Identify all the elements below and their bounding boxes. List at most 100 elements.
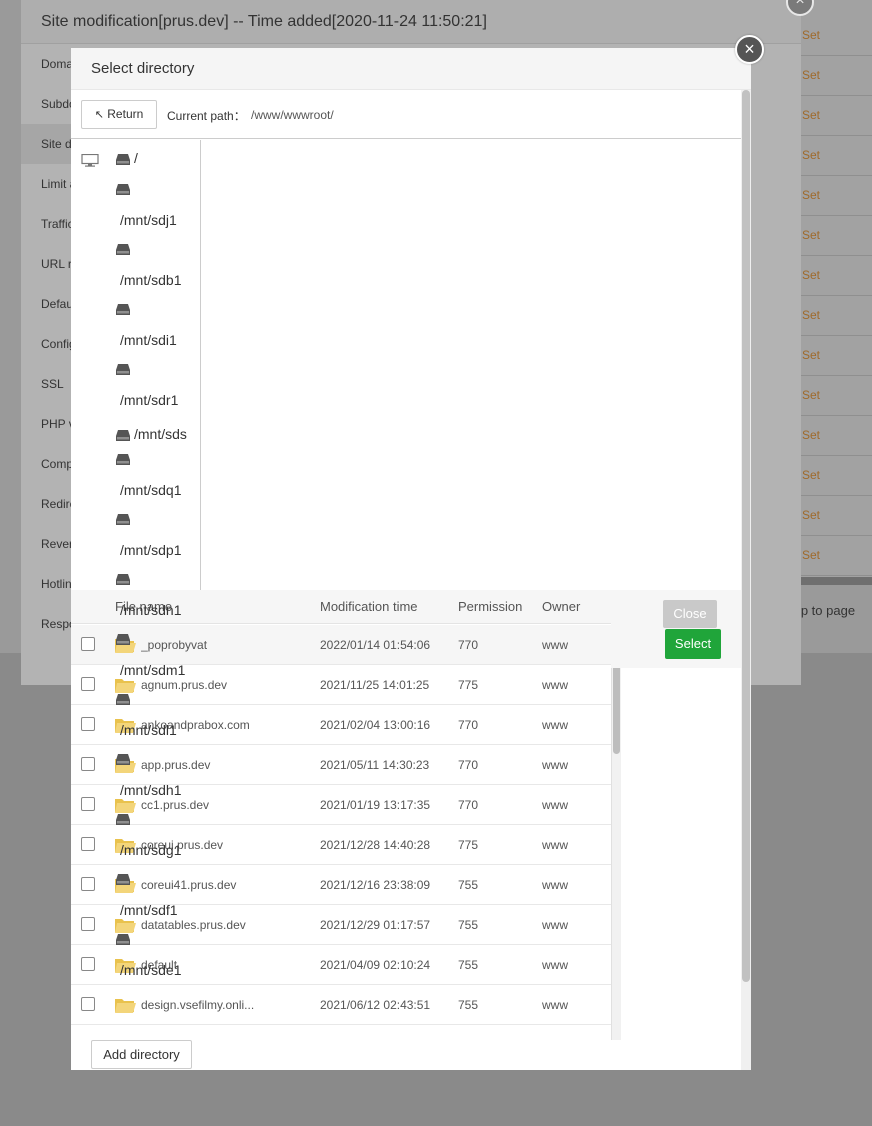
site-nav-item[interactable]: Domain [21, 44, 71, 84]
site-nav-item[interactable]: Response log [21, 604, 71, 644]
row-checkbox[interactable] [81, 837, 95, 851]
file-modification-time: 2021/01/19 13:17:35 [320, 798, 431, 812]
close-button[interactable]: Close [663, 600, 717, 628]
file-row[interactable]: design.vsefilmy.onli... 2021/06/12 02:43:… [71, 985, 611, 1025]
background-table-row: Set [800, 456, 872, 496]
row-checkbox[interactable] [81, 877, 95, 891]
file-owner: www [542, 638, 568, 652]
dialog-scrollbar[interactable] [741, 90, 751, 1070]
background-set-link: Set [802, 188, 821, 202]
background-table-row: Set [800, 56, 872, 96]
file-name[interactable]: design.vsefilmy.onli... [141, 998, 266, 1012]
folder-icon [114, 796, 136, 814]
file-name[interactable]: default [141, 958, 266, 972]
current-path-value: /www/wwwroot/ [251, 108, 334, 122]
add-directory-button[interactable]: Add directory [91, 1040, 192, 1069]
column-permission[interactable]: Permission [458, 599, 522, 614]
file-row[interactable]: coreui41.prus.dev 2021/12/16 23:38:09 755 w… [71, 865, 611, 905]
background-table-row: Set [800, 376, 872, 416]
site-nav-item[interactable]: SSL [21, 364, 71, 404]
file-modification-time: 2021/12/29 01:17:57 [320, 918, 431, 932]
background-set-link: Set [802, 108, 821, 122]
row-checkbox[interactable] [81, 757, 95, 771]
row-checkbox[interactable] [81, 797, 95, 811]
column-owner[interactable]: Owner [542, 599, 580, 614]
site-nav-item[interactable]: Config [21, 324, 71, 364]
file-name[interactable]: coreui41.prus.dev [141, 878, 266, 892]
file-permission: 755 [458, 878, 479, 892]
site-dialog-nav: DomainSubdomainSite directoryLimit acces… [21, 44, 71, 644]
site-nav-item[interactable]: Reverse proxy [21, 524, 71, 564]
site-nav-item[interactable]: Composer [21, 444, 71, 484]
file-name[interactable]: _poprobyvat [141, 638, 266, 652]
computer-icon[interactable] [81, 154, 99, 167]
row-checkbox[interactable] [81, 637, 95, 651]
file-row[interactable]: app.prus.dev 2021/05/11 14:30:23 770 www [71, 745, 611, 785]
background-table-row: Set [800, 416, 872, 456]
row-checkbox[interactable] [81, 957, 95, 971]
return-button-label: Return [107, 107, 144, 121]
background-set-link: Set [802, 428, 821, 442]
file-owner: www [542, 718, 568, 732]
file-row[interactable]: _poprobyvat 2022/01/14 01:54:06 770 www [71, 625, 611, 665]
file-row[interactable]: agnum.prus.dev 2021/11/25 14:01:25 775 www [71, 665, 611, 705]
dir-toolbar: ↖ Return Current path： /www/wwwroot/ [71, 90, 741, 139]
site-nav-item[interactable]: Limit access [21, 164, 71, 204]
file-modification-time: 2021/04/09 02:10:24 [320, 958, 431, 972]
site-nav-item[interactable]: Subdomain [21, 84, 71, 124]
file-name[interactable]: coreui.prus.dev [141, 838, 266, 852]
site-nav-item[interactable]: Hotlink protection [21, 564, 71, 604]
file-owner: www [542, 878, 568, 892]
site-nav-item[interactable]: Redirect [21, 484, 71, 524]
column-file-name[interactable]: File name [115, 599, 172, 614]
row-checkbox[interactable] [81, 997, 95, 1011]
file-permission: 770 [458, 758, 479, 772]
return-button[interactable]: ↖ Return [81, 100, 157, 129]
file-permission: 775 [458, 838, 479, 852]
site-nav-item[interactable]: PHP version [21, 404, 71, 444]
file-modification-time: 2021/02/04 13:00:16 [320, 718, 431, 732]
file-list-header: File name Modification time Permission O… [71, 590, 611, 624]
file-row[interactable]: ankoandprabox.com 2021/02/04 13:00:16 770 w… [71, 705, 611, 745]
file-name[interactable]: cc1.prus.dev [141, 798, 266, 812]
site-nav-item[interactable]: Default document [21, 284, 71, 324]
folder-icon [114, 956, 136, 974]
file-modification-time: 2022/01/14 01:54:06 [320, 638, 431, 652]
background-set-link: Set [802, 548, 821, 562]
background-table-row: Set [800, 496, 872, 536]
folder-icon [114, 716, 136, 734]
file-name[interactable]: datatables.prus.dev [141, 918, 266, 932]
action-panel: Close Select [611, 590, 741, 668]
background-set-link: Set [802, 468, 821, 482]
select-button[interactable]: Select [665, 629, 721, 659]
folder-icon [114, 636, 136, 654]
file-modification-time: 2021/11/25 14:01:25 [320, 678, 430, 692]
site-nav-item[interactable]: Site directory [21, 124, 71, 164]
file-owner: www [542, 998, 568, 1012]
file-row[interactable]: datatables.prus.dev 2021/12/29 01:17:57 75… [71, 905, 611, 945]
file-row[interactable]: default 2021/04/09 02:10:24 755 www [71, 945, 611, 985]
background-table-row: Set [800, 16, 872, 56]
row-checkbox[interactable] [81, 717, 95, 731]
file-name[interactable]: app.prus.dev [141, 758, 266, 772]
directory-tree [71, 140, 201, 590]
file-name[interactable]: agnum.prus.dev [141, 678, 266, 692]
current-path-label: Current path： [167, 109, 246, 123]
folder-icon [114, 916, 136, 934]
dir-dialog-close-icon[interactable]: × [735, 35, 764, 64]
row-checkbox[interactable] [81, 677, 95, 691]
file-name[interactable]: ankoandprabox.com [141, 718, 266, 732]
column-modification-time[interactable]: Modification time [320, 599, 418, 614]
dialog-scrollbar-thumb[interactable] [742, 90, 750, 982]
site-nav-item[interactable]: Traffic limit [21, 204, 71, 244]
file-owner: www [542, 758, 568, 772]
file-modification-time: 2021/05/11 14:30:23 [320, 758, 430, 772]
row-checkbox[interactable] [81, 917, 95, 931]
file-owner: www [542, 958, 568, 972]
file-permission: 755 [458, 918, 479, 932]
file-permission: 755 [458, 958, 479, 972]
file-row[interactable]: cc1.prus.dev 2021/01/19 13:17:35 770 www [71, 785, 611, 825]
site-nav-item[interactable]: URL rewrite [21, 244, 71, 284]
file-row[interactable]: coreui.prus.dev 2021/12/28 14:40:28 775 www [71, 825, 611, 865]
background-set-link: Set [802, 68, 821, 82]
